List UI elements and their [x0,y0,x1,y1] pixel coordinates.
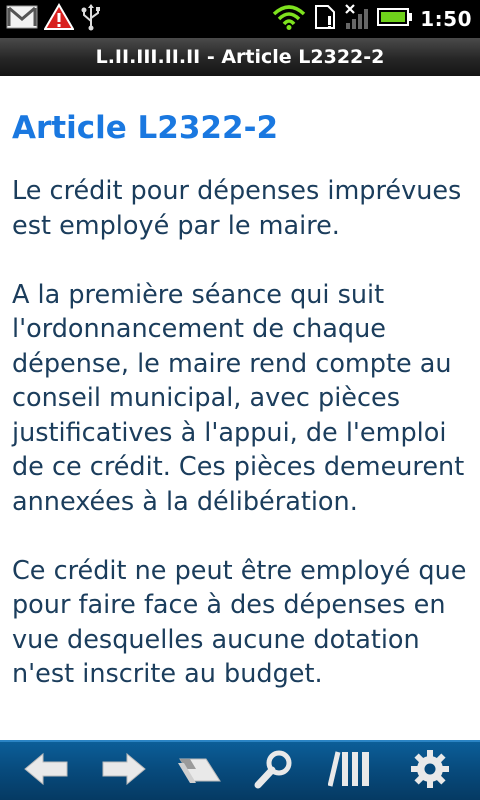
status-clock: 1:50 [420,7,472,31]
usb-icon [80,3,102,35]
article-content[interactable]: Article L2322-2 Le crédit pour dépenses … [0,76,480,740]
forward-arrow-icon [101,751,147,791]
forward-button[interactable] [94,742,154,800]
warning-icon [43,3,75,35]
article-paragraph: Ce crédit ne peut être employé que pour … [12,555,467,690]
article-body: Le crédit pour dépenses imprévues est em… [12,174,474,726]
toc-button[interactable] [170,742,230,800]
title-bar: L.II.III.II.II - Article L2322-2 [0,38,480,77]
settings-gear-icon [410,749,450,793]
search-button[interactable] [244,742,304,800]
status-bar: 1:50 [0,0,480,38]
library-button[interactable] [320,742,380,800]
search-icon [254,749,294,793]
toc-icon [176,751,224,791]
bottom-toolbar [0,740,480,800]
back-arrow-icon [23,751,69,791]
article-paragraph: A la première séance qui suit l'ordonnan… [12,279,465,517]
wifi-icon [272,4,306,34]
page-title: L.II.III.II.II - Article L2322-2 [95,46,385,68]
article-heading: Article L2322-2 [12,110,279,146]
article-paragraph: Le crédit pour dépenses imprévues est em… [12,176,462,241]
library-icon [327,750,372,792]
no-signal-icon [344,3,370,35]
sim-icon [313,4,337,34]
gmail-icon [6,4,38,34]
battery-icon [377,7,413,31]
back-button[interactable] [16,742,76,800]
settings-button[interactable] [400,742,460,800]
